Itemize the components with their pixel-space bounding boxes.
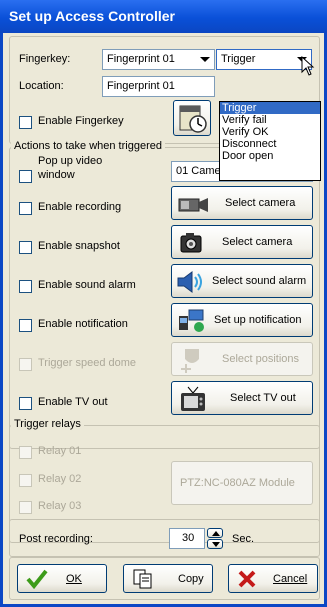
ok-button[interactable]: OK [17,564,107,593]
post-recording-value: 30 [182,532,195,544]
popup-video-checkbox[interactable] [19,170,32,183]
enable-recording-checkbox[interactable] [19,202,32,215]
copy-button[interactable]: Copy [123,564,213,593]
enable-sound-alarm-label: Enable sound alarm [38,279,136,291]
fingerkey-label: Fingerkey: [19,53,71,65]
tv-out-button-label: Select TV out [230,392,296,404]
location-field[interactable]: Fingerprint 01 [102,76,215,97]
relay-01-checkbox[interactable] [19,446,32,459]
dropdown-option-door-open[interactable]: Door open [220,150,320,162]
fingerkey-select[interactable]: Fingerprint 01 [102,49,215,70]
copy-label: Copy [178,572,204,585]
enable-sound-alarm-checkbox[interactable] [19,280,32,293]
enable-tv-out-label: Enable TV out [38,396,108,408]
select-positions-button[interactable]: Select positions [171,342,313,376]
schedule-button[interactable] [173,100,211,136]
dropdown-option-verify-ok[interactable]: Verify OK [220,126,320,138]
camera-icon [180,233,202,253]
arrow-up-icon [212,531,220,536]
select-sound-alarm-button[interactable]: Select sound alarm [171,264,313,298]
post-recording-spinner[interactable] [207,528,223,549]
check-icon [26,569,48,589]
close-icon [238,570,256,588]
event-dropdown-list[interactable]: Trigger Verify fail Verify OK Disconnect… [219,101,321,181]
title-bar: Set up Access Controller [0,0,327,33]
access-controller-window: Set up Access Controller Fingerkey: Fing… [0,0,327,607]
trigger-speed-dome-checkbox[interactable] [19,358,32,371]
dropdown-option-verify-fail[interactable]: Verify fail [220,114,320,126]
video-camera-icon [178,198,208,212]
relay-01-label: Relay 01 [38,445,82,457]
location-label: Location: [19,80,64,92]
arrow-down-icon [212,542,220,547]
speed-dome-icon [181,349,199,373]
location-field-value: Fingerprint 01 [107,80,175,92]
client-area: Fingerkey: Fingerprint 01 Trigger Locati… [3,33,324,604]
mouse-cursor-icon [301,56,315,76]
ok-label: OK [66,572,82,585]
enable-recording-label: Enable recording [38,201,122,213]
speaker-icon [177,271,202,293]
ptz-module-button[interactable]: PTZ:NC-080AZ Module [171,461,313,505]
relays-group-title: Trigger relays [11,418,84,430]
recording-select-camera-button[interactable]: Select camera [171,186,313,220]
relay-02-checkbox[interactable] [19,474,32,487]
select-positions-label: Select positions [222,353,300,365]
enable-notification-checkbox[interactable] [19,319,32,332]
dropdown-option-disconnect[interactable]: Disconnect [220,138,320,150]
chevron-down-icon[interactable] [196,51,213,68]
fingerkey-select-value: Fingerprint 01 [107,53,175,65]
event-select[interactable]: Trigger [216,49,312,70]
ptz-module-label: PTZ:NC-080AZ Module [180,477,295,489]
enable-fingerkey-label: Enable Fingerkey [38,115,124,127]
snapshot-button-label: Select camera [222,236,293,248]
cancel-label: Cancel [273,572,308,585]
snapshot-select-camera-button[interactable]: Select camera [171,225,313,259]
cancel-button[interactable]: Cancel [228,564,318,593]
relay-02-label: Relay 02 [38,473,82,485]
enable-tv-out-checkbox[interactable] [19,397,32,410]
copy-icon [133,569,152,589]
television-icon [181,386,205,411]
post-recording-input[interactable]: 30 [169,528,205,549]
window-title: Set up Access Controller [9,8,175,24]
post-recording-unit: Sec. [232,533,255,545]
notification-devices-icon [179,309,204,332]
dropdown-option-trigger[interactable]: Trigger [220,102,320,114]
actions-group-title: Actions to take when triggered [11,140,165,152]
trigger-speed-dome-label: Trigger speed dome [38,357,137,369]
enable-snapshot-label: Enable snapshot [38,240,120,252]
spin-up-button[interactable] [207,528,223,538]
clock-calendar-icon [179,105,207,133]
popup-video-label-line2: window [38,169,75,181]
spin-down-button[interactable] [207,539,223,549]
enable-notification-label: Enable notification [38,318,128,330]
notification-button-label: Set up notification [214,314,302,326]
select-tv-out-button[interactable]: Select TV out [171,381,313,415]
relay-03-checkbox[interactable] [19,501,32,514]
recording-button-label: Select camera [225,197,296,209]
event-select-value: Trigger [221,53,256,65]
setup-notification-button[interactable]: Set up notification [171,303,313,337]
post-recording-label: Post recording: [19,533,93,545]
relay-03-label: Relay 03 [38,500,82,512]
popup-video-label-line1: Pop up video [38,155,103,167]
enable-fingerkey-checkbox[interactable] [19,116,32,129]
enable-snapshot-checkbox[interactable] [19,241,32,254]
sound-alarm-button-label: Select sound alarm [212,275,307,287]
